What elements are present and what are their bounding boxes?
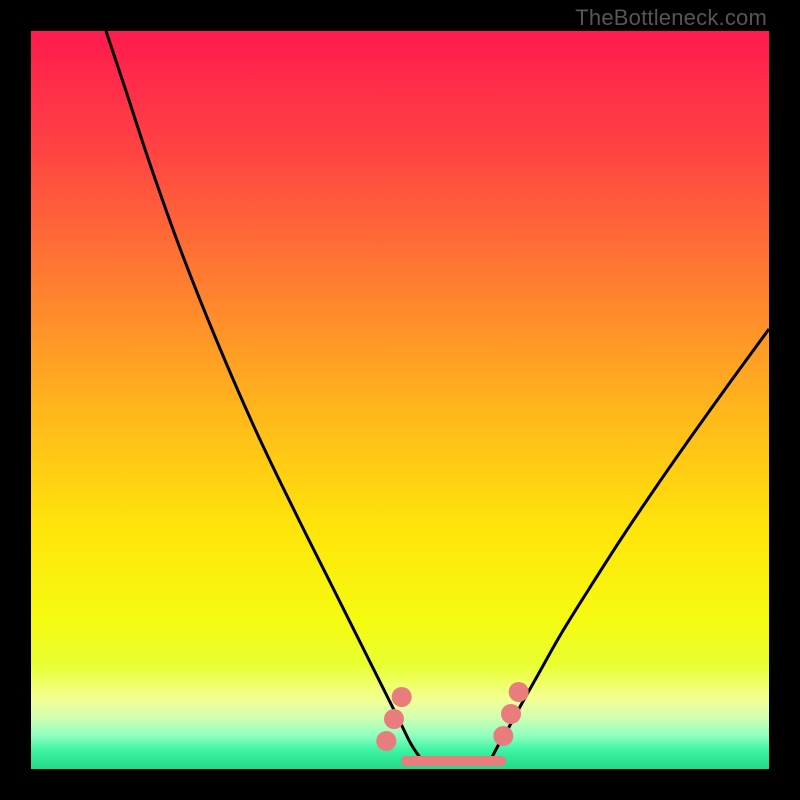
marker-left-dots (384, 709, 404, 729)
marker-left-dots (376, 731, 396, 751)
frame: TheBottleneck.com (0, 0, 800, 800)
marker-left-dots (392, 687, 412, 707)
marker-right-dots (501, 704, 521, 724)
marker-right-dots (509, 682, 529, 702)
chart-canvas (31, 31, 769, 769)
marker-right-dots (493, 726, 513, 746)
watermark-text: TheBottleneck.com (575, 5, 767, 31)
plot-area (31, 31, 769, 769)
